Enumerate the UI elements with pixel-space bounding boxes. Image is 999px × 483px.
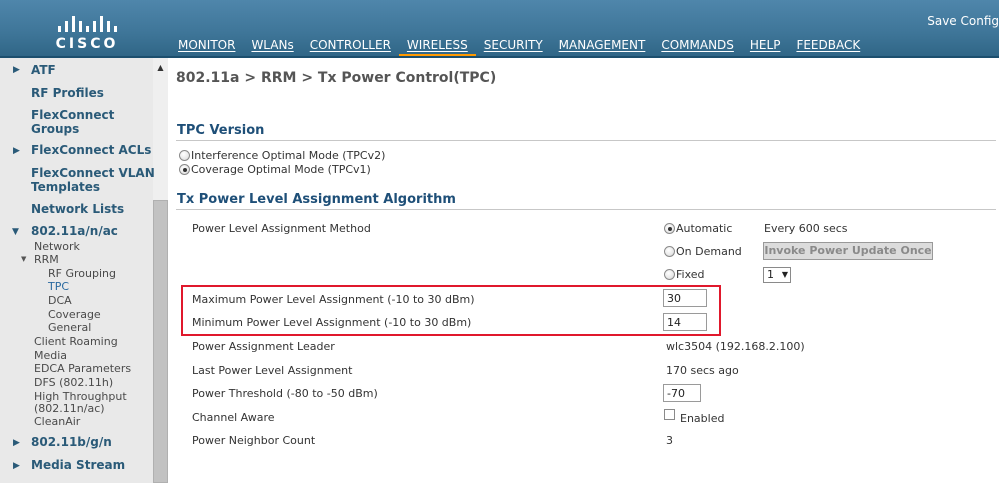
last-assignment-label: Last Power Level Assignment: [192, 364, 353, 377]
collapsed-arrow-icon[interactable]: ▶: [13, 146, 20, 156]
max-power-label: Maximum Power Level Assignment (-10 to 3…: [192, 293, 475, 306]
page-title: 802.11a > RRM > Tx Power Control(TPC): [176, 70, 497, 86]
chevron-down-icon: ▼: [781, 270, 788, 279]
collapsed-arrow-icon[interactable]: ▶: [13, 65, 20, 75]
tpcv2-label: Interference Optimal Mode (TPCv2): [191, 149, 386, 162]
wlc-page: CISCO Save Config MONITOR WLANs CONTROLL…: [0, 0, 999, 483]
sidebar-item-atf[interactable]: ATF: [31, 63, 56, 77]
nav-feedback[interactable]: FEEDBACK: [788, 36, 868, 58]
fixed-level-value: 1: [767, 268, 774, 281]
section-divider: [176, 140, 996, 141]
leader-label: Power Assignment Leader: [192, 340, 335, 353]
sidebar-item-rrm[interactable]: RRM: [34, 253, 59, 266]
collapsed-arrow-icon[interactable]: ▶: [13, 438, 20, 448]
channel-aware-checkbox[interactable]: [664, 409, 675, 420]
sidebar-item-tpc[interactable]: TPC: [48, 280, 69, 293]
nav-wireless[interactable]: WIRELESS: [398, 36, 476, 58]
threshold-input[interactable]: -70: [663, 384, 701, 402]
leader-value: wlc3504 (192.168.2.100): [666, 340, 805, 353]
sidebar-item-network-lists[interactable]: Network Lists: [31, 202, 124, 216]
sidebar-item-802-11bg[interactable]: 802.11b/g/n: [31, 435, 112, 449]
max-power-input[interactable]: 30: [663, 289, 707, 307]
nav-commands[interactable]: COMMANDS: [653, 36, 742, 58]
sidebar-item-media[interactable]: Media: [34, 349, 67, 362]
min-power-input[interactable]: 14: [663, 313, 707, 331]
method-label: Power Level Assignment Method: [192, 222, 371, 235]
expanded-arrow-icon[interactable]: ▼: [21, 255, 26, 263]
sidebar-item-rf-grouping[interactable]: RF Grouping: [48, 267, 116, 280]
cisco-logo-bars: [52, 12, 122, 32]
on-demand-radio[interactable]: [664, 246, 675, 257]
channel-aware-enabled-label: Enabled: [680, 412, 725, 425]
channel-aware-label: Channel Aware: [192, 411, 275, 424]
fixed-level-select[interactable]: 1 ▼: [763, 267, 791, 283]
cisco-logo: CISCO: [52, 12, 122, 52]
min-power-label: Minimum Power Level Assignment (-10 to 3…: [192, 316, 472, 329]
sidebar-item-client-roaming[interactable]: Client Roaming: [34, 335, 118, 348]
sidebar-item-cleanair[interactable]: CleanAir: [34, 415, 80, 428]
cisco-logo-text: CISCO: [55, 36, 119, 52]
expanded-arrow-icon[interactable]: ▼: [12, 227, 19, 237]
neighbor-count-value: 3: [666, 434, 673, 447]
sidebar-item-dfs[interactable]: DFS (802.11h): [34, 376, 113, 389]
scrollbar-thumb[interactable]: [153, 200, 168, 483]
on-demand-label: On Demand: [676, 245, 742, 258]
sidebar-item-flexconnect-vlan-line2[interactable]: Templates: [31, 180, 100, 194]
sidebar-item-dca[interactable]: DCA: [48, 294, 72, 307]
automatic-radio[interactable]: [664, 223, 675, 234]
nav-help[interactable]: HELP: [742, 36, 789, 58]
interval-text: Every 600 secs: [764, 222, 848, 235]
sidebar-item-flexconnect-groups[interactable]: FlexConnect: [31, 108, 114, 122]
sidebar-item-802-11a[interactable]: 802.11a/n/ac: [31, 224, 118, 238]
sidebar-item-general[interactable]: General: [48, 321, 91, 334]
algorithm-heading: Tx Power Level Assignment Algorithm: [177, 192, 456, 207]
fixed-radio[interactable]: [664, 269, 675, 280]
scroll-up-arrow-icon[interactable]: ▲: [153, 62, 168, 74]
automatic-label: Automatic: [676, 222, 733, 235]
fixed-label: Fixed: [676, 268, 705, 281]
nav-monitor[interactable]: MONITOR: [170, 36, 243, 58]
save-config-link[interactable]: Save Config: [927, 14, 999, 28]
sidebar-item-flexconnect-groups-line2[interactable]: Groups: [31, 122, 79, 136]
tpcv2-radio[interactable]: [179, 150, 190, 161]
main-nav: MONITOR WLANs CONTROLLER WIRELESS SECURI…: [170, 36, 868, 58]
section-divider: [176, 209, 996, 210]
last-assignment-value: 170 secs ago: [666, 364, 739, 377]
sidebar-item-flexconnect-vlan[interactable]: FlexConnect VLAN: [31, 166, 155, 180]
sidebar-item-media-stream[interactable]: Media Stream: [31, 458, 125, 472]
tpcv1-label: Coverage Optimal Mode (TPCv1): [191, 163, 371, 176]
collapsed-arrow-icon[interactable]: ▶: [13, 461, 20, 471]
nav-security[interactable]: SECURITY: [476, 36, 551, 58]
tpc-version-heading: TPC Version: [177, 123, 265, 138]
sidebar-item-rf-profiles[interactable]: RF Profiles: [31, 86, 104, 100]
threshold-label: Power Threshold (-80 to -50 dBm): [192, 387, 378, 400]
neighbor-count-label: Power Neighbor Count: [192, 434, 316, 447]
sidebar-item-edca[interactable]: EDCA Parameters: [34, 362, 131, 375]
nav-controller[interactable]: CONTROLLER: [302, 36, 399, 58]
tpcv1-radio[interactable]: [179, 164, 190, 175]
sidebar-item-flexconnect-acls[interactable]: FlexConnect ACLs: [31, 143, 151, 157]
sidebar-item-coverage[interactable]: Coverage: [48, 308, 101, 321]
invoke-power-update-button[interactable]: Invoke Power Update Once: [763, 242, 933, 260]
sidebar-item-high-throughput-line2[interactable]: (802.11n/ac): [34, 402, 105, 415]
top-header: CISCO Save Config MONITOR WLANs CONTROLL…: [0, 0, 999, 58]
nav-wlans[interactable]: WLANs: [243, 36, 301, 58]
sidebar-item-network[interactable]: Network: [34, 240, 80, 253]
nav-management[interactable]: MANAGEMENT: [551, 36, 654, 58]
